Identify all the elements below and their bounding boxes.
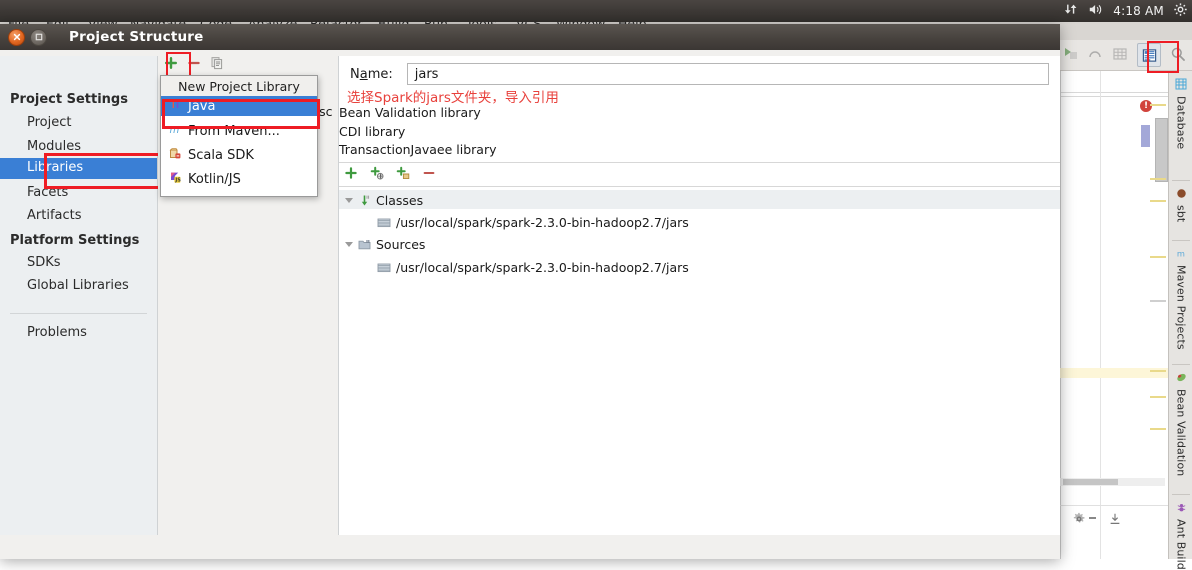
- tree-node-classes-path[interactable]: /usr/local/spark/spark-2.3.0-bin-hadoop2…: [377, 213, 689, 232]
- add-folder-icon[interactable]: [396, 166, 410, 183]
- chinese-annotation: 选择Spark的jars文件夹，导入引用: [347, 90, 559, 106]
- tool-window-bar: Database sbt m Maven Projects Bean Valid…: [1168, 70, 1192, 570]
- tool-window-bean-validation[interactable]: Bean Validation: [1169, 372, 1192, 476]
- chevron-down-icon[interactable]: [345, 198, 353, 203]
- settings-gear-icon[interactable]: [1072, 512, 1086, 529]
- chevron-down-icon[interactable]: [345, 242, 353, 247]
- library-line-bean-validation: Bean Validation library: [339, 105, 481, 120]
- svg-text:JS: JS: [174, 177, 181, 183]
- kotlin-js-icon: JS: [169, 171, 182, 188]
- popup-item-label: Scala SDK: [188, 147, 254, 163]
- jar-folder-icon: [377, 261, 391, 274]
- new-project-library-popup: New Project Library Java m From Maven...…: [160, 75, 318, 197]
- jar-folder-icon: [377, 216, 391, 229]
- sbt-icon: [1176, 188, 1187, 202]
- add-url-icon[interactable]: [370, 166, 384, 183]
- editor-warning-stripe: [1150, 104, 1166, 106]
- tool-window-ant-build[interactable]: Ant Build: [1169, 502, 1192, 570]
- system-clock[interactable]: 4:18 AM: [1113, 4, 1164, 18]
- editor-warning-stripe: [1150, 370, 1166, 372]
- sidebar-item-artifacts[interactable]: Artifacts: [27, 208, 82, 223]
- dash-icon: [1089, 517, 1096, 519]
- sources-folder-icon: [358, 238, 371, 251]
- library-editor-pane: [339, 56, 1060, 535]
- profile-icon[interactable]: [1087, 46, 1103, 65]
- error-marker-icon[interactable]: !: [1140, 100, 1152, 112]
- copy-icon[interactable]: [210, 56, 224, 73]
- project-structure-button-highlight: [1147, 41, 1179, 73]
- dialog-title: Project Structure: [69, 29, 204, 45]
- tree-row-classes-background: [339, 190, 1060, 209]
- sidebar-item-modules[interactable]: Modules: [27, 139, 81, 154]
- system-tray: 4:18 AM: [1064, 0, 1188, 22]
- add-icon[interactable]: [344, 166, 358, 183]
- maven-icon: m: [1176, 248, 1187, 262]
- tree-node-sources[interactable]: Sources: [345, 235, 425, 254]
- editor-warning-stripe: [1150, 396, 1166, 398]
- hide-icon[interactable]: [1108, 512, 1122, 529]
- sidebar-item-problems[interactable]: Problems: [27, 325, 87, 340]
- remove-icon[interactable]: [422, 166, 436, 183]
- ant-icon: [1176, 502, 1187, 516]
- tree-node-label: /usr/local/spark/spark-2.3.0-bin-hadoop2…: [396, 215, 689, 230]
- tool-window-maven[interactable]: m Maven Projects: [1169, 248, 1192, 350]
- editor-warning-stripe: [1150, 178, 1166, 180]
- gear-icon[interactable]: [1173, 2, 1188, 20]
- library-line-cdi: CDI library: [339, 124, 406, 139]
- bean-validation-icon: [1176, 372, 1187, 386]
- volume-icon[interactable]: [1088, 2, 1104, 20]
- sidebar-group-project-settings: Project Settings: [10, 92, 128, 107]
- editor-info-stripe: [1150, 300, 1166, 302]
- editor-warning-stripe: [1150, 256, 1166, 258]
- sidebar-item-project[interactable]: Project: [27, 115, 71, 130]
- tree-separator: [339, 186, 1060, 187]
- network-icon[interactable]: [1064, 2, 1079, 20]
- popup-item-label: Kotlin/JS: [188, 171, 241, 187]
- tool-window-label: Bean Validation: [1174, 389, 1188, 477]
- tool-window-label: Database: [1174, 96, 1188, 150]
- database-icon: [1175, 78, 1187, 93]
- tool-window-label: Maven Projects: [1174, 265, 1188, 350]
- editor-bottom-toolbar: [1060, 505, 1168, 536]
- tree-node-sources-path[interactable]: /usr/local/spark/spark-2.3.0-bin-hadoop2…: [377, 258, 689, 277]
- tree-node-label: Sources: [376, 237, 426, 252]
- sidebar-item-sdks[interactable]: SDKs: [27, 255, 61, 270]
- database-grid-icon[interactable]: [1112, 46, 1128, 65]
- close-button[interactable]: [8, 28, 25, 46]
- run-coverage-icon[interactable]: [1062, 46, 1078, 65]
- tree-node-label: /usr/local/spark/spark-2.3.0-bin-hadoop2…: [396, 260, 689, 275]
- system-top-panel: 4:18 AM: [0, 0, 1192, 22]
- sidebar-item-global-libraries[interactable]: Global Libraries: [27, 278, 129, 293]
- sidebar-group-platform-settings: Platform Settings: [10, 233, 140, 248]
- dialog-sidebar: [0, 56, 158, 535]
- name-input[interactable]: jars: [406, 63, 1049, 85]
- popup-item-scala-sdk[interactable]: Scala SDK: [161, 145, 317, 165]
- tool-window-label: sbt: [1174, 205, 1188, 223]
- maximize-button[interactable]: [30, 28, 47, 46]
- tree-node-label: Classes: [376, 193, 424, 208]
- tool-window-label: Ant Build: [1174, 519, 1188, 570]
- tree-node-classes[interactable]: Classes: [345, 191, 423, 210]
- classes-icon: [358, 194, 371, 207]
- content-separator: [339, 162, 1060, 163]
- popup-item-kotlin-js[interactable]: JS Kotlin/JS: [161, 169, 317, 189]
- editor-warning-stripe: [1150, 428, 1166, 430]
- popup-header: New Project Library: [161, 76, 317, 97]
- scala-icon: [169, 147, 182, 164]
- library-tree-toolbar: [344, 164, 444, 185]
- editor-selection-marker: [1141, 125, 1150, 147]
- editor-horizontal-scroll-thumb[interactable]: [1063, 479, 1118, 485]
- editor-scrollbar-thumb[interactable]: [1155, 118, 1168, 182]
- editor-warning-stripe: [1150, 200, 1166, 202]
- name-label: Name:: [350, 66, 393, 82]
- java-item-highlight: [162, 99, 320, 129]
- name-input-value: jars: [414, 66, 439, 82]
- tool-window-sbt[interactable]: sbt: [1169, 188, 1192, 222]
- name-row: Name: jars: [339, 60, 1060, 88]
- sidebar-divider: [10, 313, 147, 314]
- dialog-title-bar[interactable]: Project Structure: [0, 24, 1060, 50]
- tool-window-database[interactable]: Database: [1169, 78, 1192, 149]
- library-line-transaction: TransactionJavaee library: [339, 142, 497, 157]
- svg-text:m: m: [1176, 249, 1184, 259]
